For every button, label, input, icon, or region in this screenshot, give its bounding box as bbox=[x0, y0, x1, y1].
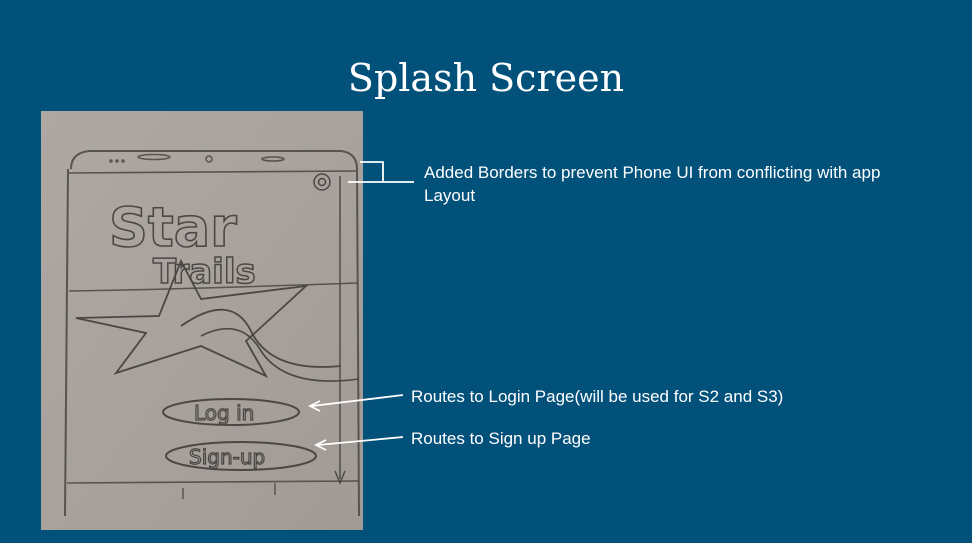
app-title-trails: Trails bbox=[153, 252, 256, 292]
borders-arrow bbox=[360, 161, 414, 183]
phone-sketch-photo: Star Trails Log in Sign-up bbox=[41, 111, 363, 530]
login-button-label: Log in bbox=[194, 401, 254, 425]
login-note: Routes to Login Page(will be used for S2… bbox=[411, 387, 784, 406]
app-title-star: Star bbox=[109, 196, 237, 259]
slide-title: Splash Screen bbox=[347, 56, 625, 100]
signup-button-label: Sign-up bbox=[189, 445, 265, 469]
signup-note: Routes to Sign up Page bbox=[411, 429, 591, 448]
borders-note: Added Borders to prevent Phone UI from c… bbox=[424, 163, 881, 205]
